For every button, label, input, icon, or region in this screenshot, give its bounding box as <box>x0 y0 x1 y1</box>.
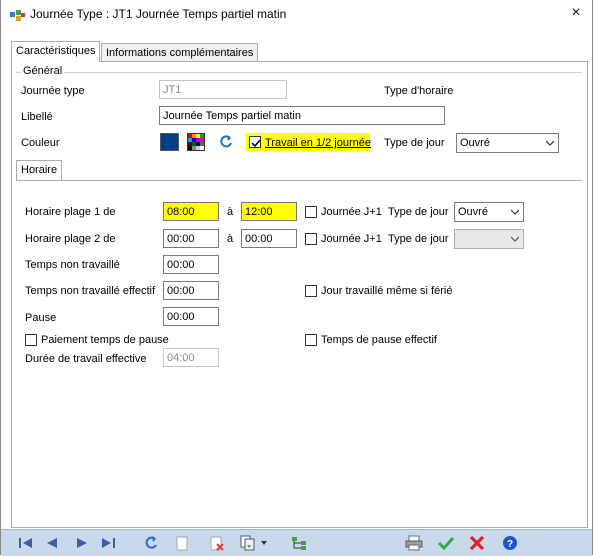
duree-travail-eff-label: Durée de travail effective <box>25 353 147 365</box>
couleur-swatch[interactable] <box>160 133 179 151</box>
pause-label: Pause <box>25 312 57 324</box>
tab-caracteristiques[interactable]: Caractéristiques <box>11 41 101 62</box>
jour-travaille-ferie-checkbox[interactable] <box>305 285 317 297</box>
travail-demi-label: Travail en 1/2 journée <box>265 137 371 149</box>
plage2-a-label: à <box>227 233 234 245</box>
temps-non-travaille-eff-label: Temps non travaillé effectif <box>25 285 156 297</box>
checkmark-icon <box>251 139 261 148</box>
tab-informations-complementaires[interactable]: Informations complémentaires <box>101 43 259 62</box>
travail-demi-checkbox[interactable] <box>249 136 261 148</box>
jour-travaille-ferie-label: Jour travaillé même si férié <box>321 285 453 297</box>
couleur-label: Couleur <box>21 137 60 149</box>
plage1-label: Horaire plage 1 de <box>25 206 116 218</box>
plage2-jplus1-label: Journée J+1 <box>321 233 382 245</box>
plage1-to-field[interactable]: 12:00 <box>241 202 297 221</box>
chevron-down-icon <box>511 209 519 215</box>
plage2-to-field[interactable]: 00:00 <box>241 229 297 248</box>
plage1-type-jour-select[interactable]: Ouvré <box>454 202 524 222</box>
plage1-type-jour-label: Type de jour <box>388 206 449 218</box>
general-legend: Général <box>21 65 65 77</box>
copy-icon[interactable] <box>239 535 257 551</box>
svg-text:?: ? <box>507 539 513 550</box>
last-record-icon[interactable] <box>99 535 117 551</box>
libelle-label: Libellé <box>21 111 53 123</box>
plage2-label: Horaire plage 2 de <box>25 233 116 245</box>
temps-pause-eff-checkbox[interactable] <box>305 334 317 346</box>
reset-color-icon[interactable] <box>218 134 234 150</box>
window-title: Journée Type : JT1 Journée Temps partiel… <box>30 7 287 21</box>
help-icon[interactable]: ? <box>501 535 519 551</box>
plage2-from-field[interactable]: 00:00 <box>163 229 219 248</box>
temps-non-travaille-field[interactable]: 00:00 <box>163 255 219 274</box>
duree-travail-eff-field[interactable]: 04:00 <box>163 348 219 367</box>
new-record-icon[interactable] <box>173 535 191 551</box>
horaire-tab-line <box>16 180 582 181</box>
pause-field[interactable]: 00:00 <box>163 307 219 326</box>
delete-record-icon[interactable] <box>207 535 225 551</box>
app-icon <box>10 10 25 21</box>
type-jour-select[interactable]: Ouvré <box>456 133 559 153</box>
plage1-from-field[interactable]: 08:00 <box>163 202 219 221</box>
tab-horaire[interactable]: Horaire <box>16 160 63 180</box>
close-button[interactable]: × <box>568 4 584 22</box>
first-record-icon[interactable] <box>17 535 35 551</box>
temps-pause-eff-label: Temps de pause effectif <box>321 334 437 346</box>
libelle-field[interactable]: Journée Temps partiel matin <box>159 106 445 125</box>
chevron-down-icon <box>511 236 519 242</box>
plage1-jplus1-label: Journée J+1 <box>321 206 382 218</box>
plage2-type-jour-select[interactable] <box>454 229 524 249</box>
title-bar: Journée Type : JT1 Journée Temps partiel… <box>1 0 592 30</box>
type-jour-label: Type de jour <box>384 137 445 149</box>
plage2-jplus1-checkbox[interactable] <box>305 233 317 245</box>
paiement-pause-label: Paiement temps de pause <box>41 334 169 346</box>
tree-icon[interactable] <box>290 535 308 551</box>
plage2-type-jour-label: Type de jour <box>388 233 449 245</box>
bottom-toolbar: ? <box>1 529 592 556</box>
journee-type-field[interactable]: JT1 <box>159 80 287 99</box>
next-record-icon[interactable] <box>73 535 91 551</box>
plage1-type-jour-value: Ouvré <box>458 206 488 218</box>
validate-icon[interactable] <box>437 535 455 551</box>
color-palette-icon[interactable] <box>187 133 205 151</box>
temps-non-travaille-eff-field[interactable]: 00:00 <box>163 281 219 300</box>
print-icon[interactable] <box>405 535 423 551</box>
type-horaire-label: Type d'horaire <box>384 85 454 97</box>
type-jour-value: Ouvré <box>460 137 490 149</box>
chevron-down-icon[interactable] <box>260 535 268 551</box>
cancel-icon[interactable] <box>468 535 486 551</box>
chevron-down-icon <box>546 140 554 146</box>
plage1-a-label: à <box>227 206 234 218</box>
dialog-window: Journée Type : JT1 Journée Temps partiel… <box>0 0 593 556</box>
journee-type-label: Journée type <box>21 85 85 97</box>
temps-non-travaille-label: Temps non travaillé <box>25 259 120 271</box>
previous-record-icon[interactable] <box>43 535 61 551</box>
paiement-pause-checkbox[interactable] <box>25 334 37 346</box>
undo-icon[interactable] <box>143 535 161 551</box>
plage1-jplus1-checkbox[interactable] <box>305 206 317 218</box>
